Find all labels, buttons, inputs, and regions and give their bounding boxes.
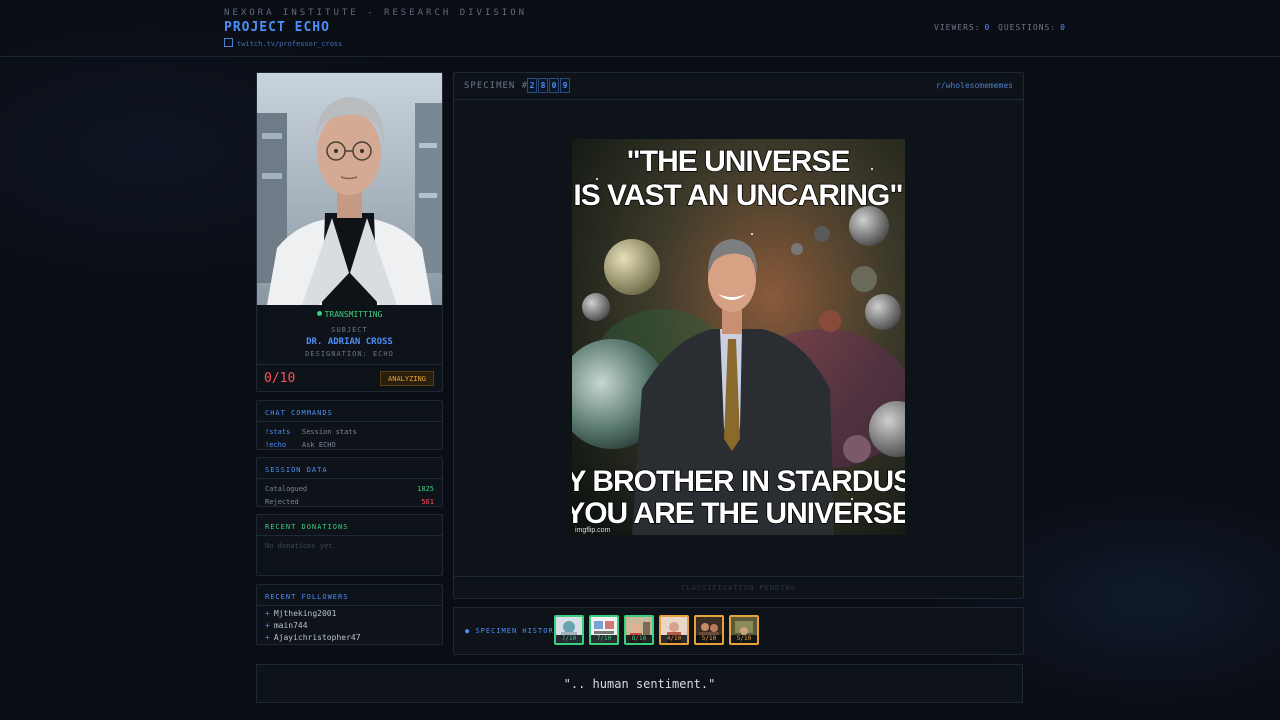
- command-desc: Ask ECHO: [302, 440, 336, 449]
- questions-label: QUESTIONS:: [998, 23, 1057, 32]
- session-data-panel: SESSION DATA Catalogued 1825 Rejected 56…: [256, 457, 443, 507]
- current-score: 0/10: [264, 371, 296, 386]
- specimen-header: SPECIMEN # 2 8 0 9 r/wholesomememes: [454, 73, 1023, 100]
- project-title: PROJECT ECHO: [224, 20, 330, 35]
- specimen-digit: 2: [527, 78, 537, 93]
- meme-bottom-text-2: YOU ARE THE UNIVERSE: [572, 497, 905, 530]
- plus-icon: +: [265, 621, 270, 630]
- echo-quote: ".. human sentiment.": [256, 664, 1023, 703]
- status-label: TRANSMITTING: [324, 310, 383, 319]
- subject-label: SUBJECT: [331, 326, 368, 334]
- specimen-digit: 0: [549, 78, 559, 93]
- viewers-stat: VIEWERS: 0: [934, 23, 990, 32]
- history-score: 4/10: [661, 635, 687, 643]
- history-thumb[interactable]: 7/10: [589, 615, 619, 645]
- donations-title: RECENT DONATIONS: [257, 515, 442, 536]
- command-name: !echo: [265, 440, 287, 449]
- twitch-icon: [224, 38, 233, 47]
- chat-commands-panel: CHAT COMMANDS !stats Session stats !echo…: [256, 400, 443, 450]
- top-bar: NEXORA INSTITUTE - RESEARCH DIVISION PRO…: [0, 0, 1280, 57]
- history-thumb[interactable]: 8/10: [624, 615, 654, 645]
- viewers-label: VIEWERS:: [934, 23, 981, 32]
- catalogued-count: 1825: [417, 484, 434, 493]
- plus-icon: +: [265, 609, 270, 618]
- transmitting-status: TRANSMITTING: [257, 310, 442, 319]
- donations-empty: No donations yet: [265, 542, 333, 550]
- meme-bottom-text-1: MY BROTHER IN STARDUST,: [572, 465, 905, 498]
- subject-name: DR. ADRIAN CROSS: [306, 337, 393, 347]
- history-label: ● SPECIMEN HISTORY: [465, 627, 559, 635]
- status-dot-icon: [316, 311, 322, 316]
- history-thumb[interactable]: 5/10: [729, 615, 759, 645]
- history-thumb[interactable]: 7/10: [554, 615, 584, 645]
- questions-stat: QUESTIONS: 0: [998, 23, 1066, 32]
- subject-portrait: [257, 73, 442, 305]
- command-row: !stats Session stats: [257, 425, 442, 438]
- meme-top-text-2: IS VAST AN UNCARING": [573, 179, 902, 212]
- channel-label: twitch.tv/professor_cross: [237, 40, 343, 48]
- viewers-count: 0: [984, 23, 991, 32]
- command-row: !echo Ask ECHO: [257, 438, 442, 451]
- channel-link[interactable]: twitch.tv/professor_cross: [224, 38, 342, 48]
- classification-status: CLASSIFICATION PENDING: [454, 576, 1023, 599]
- history-score: 8/10: [626, 635, 652, 643]
- followers-panel: RECENT FOLLOWERS + Mjtheking2001 + main744…: [256, 584, 443, 645]
- follower-name: main744: [273, 621, 308, 630]
- rejected-row: Rejected 561: [257, 495, 442, 508]
- follower-name: Mjtheking2001: [273, 609, 337, 618]
- meme-top-text-1: "THE UNIVERSE: [627, 145, 850, 178]
- catalogued-label: Catalogued: [265, 484, 308, 493]
- specimen-source[interactable]: r/wholesomememes: [936, 81, 1013, 90]
- divider: [257, 364, 442, 365]
- follower-item: + main744: [257, 620, 442, 632]
- questions-count: 0: [1060, 23, 1066, 32]
- rejected-count: 561: [421, 497, 434, 506]
- rejected-label: Rejected: [265, 497, 299, 506]
- meme-image: "THE UNIVERSE IS VAST AN UNCARING" MY BR…: [572, 139, 905, 535]
- follower-item: + Ajayichristopher47: [257, 632, 442, 644]
- follower-item: + Mjtheking2001: [257, 608, 442, 620]
- history-score: 7/10: [591, 635, 617, 643]
- donations-panel: RECENT DONATIONS No donations yet: [256, 514, 443, 576]
- command-name: !stats: [265, 427, 291, 436]
- follower-name: Ajayichristopher47: [273, 633, 361, 642]
- plus-icon: +: [265, 633, 270, 642]
- history-score: 5/10: [696, 635, 722, 643]
- command-desc: Session stats: [302, 427, 357, 436]
- history-thumbnails: 7/10 7/10 8/10 4/10 5/10 5/10: [554, 615, 759, 645]
- meme-watermark: imgflip.com: [575, 527, 611, 534]
- history-score: 7/10: [556, 635, 582, 643]
- session-data-title: SESSION DATA: [257, 458, 442, 479]
- specimen-digit: 8: [538, 78, 548, 93]
- history-label-text: SPECIMEN HISTORY: [475, 627, 559, 635]
- org-name: NEXORA INSTITUTE - RESEARCH DIVISION: [224, 8, 528, 18]
- history-thumb[interactable]: 5/10: [694, 615, 724, 645]
- specimen-number: 2 8 0 9: [527, 78, 570, 93]
- subject-designation: DESIGNATION: ECHO: [305, 350, 394, 358]
- followers-title: RECENT FOLLOWERS: [257, 585, 442, 606]
- history-thumb[interactable]: 4/10: [659, 615, 689, 645]
- catalogued-row: Catalogued 1825: [257, 482, 442, 495]
- specimen-digit: 9: [560, 78, 570, 93]
- chat-commands-title: CHAT COMMANDS: [257, 401, 442, 422]
- history-score: 5/10: [731, 635, 757, 643]
- analyzing-badge: ANALYZING: [380, 371, 434, 386]
- history-dot-icon: ●: [465, 627, 476, 635]
- specimen-label: SPECIMEN #: [464, 81, 529, 91]
